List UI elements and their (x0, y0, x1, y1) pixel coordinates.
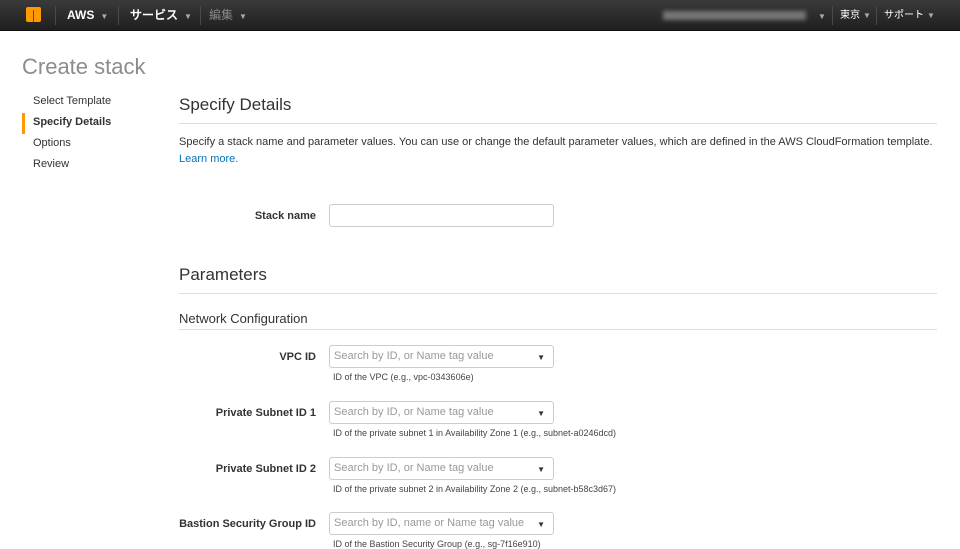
caret-down-icon: ▼ (537, 465, 545, 474)
bastion-security-group-select[interactable]: Search by ID, name or Name tag value ▼ (329, 512, 554, 535)
field-help: ID of the VPC (e.g., vpc-0343606e) (333, 372, 474, 382)
edit-menu[interactable]: 編集 ▼ (209, 0, 247, 31)
learn-more-link[interactable]: Learn more. (179, 153, 238, 165)
private-subnet-1-select[interactable]: Search by ID, or Name tag value ▼ (329, 401, 554, 424)
wizard-steps: Select Template Specify Details Options … (22, 92, 111, 176)
field-help: ID of the private subnet 1 in Availabili… (333, 428, 617, 438)
aws-label: AWS (67, 8, 95, 22)
field-label: VPC ID (279, 351, 316, 363)
field-label: Private Subnet ID 1 (215, 407, 316, 419)
account-name-redacted[interactable] (663, 11, 806, 20)
vpc-id-select[interactable]: Search by ID, or Name tag value ▼ (329, 345, 554, 368)
services-menu[interactable]: サービス ▼ (130, 0, 192, 31)
caret-down-icon: ▼ (537, 409, 545, 418)
divider (876, 6, 877, 25)
network-configuration-title: Network Configuration (179, 311, 937, 330)
page-title: Create stack (22, 54, 146, 79)
account-menu-chevron[interactable]: ▼ (812, 0, 826, 31)
aws-logo-icon[interactable] (26, 7, 41, 22)
aws-menu[interactable]: AWS ▼ (67, 0, 108, 31)
stack-name-label: Stack name (254, 210, 316, 222)
caret-down-icon: ▼ (537, 353, 545, 362)
divider (118, 6, 119, 25)
field-help: ID of the Bastion Security Group (e.g., … (333, 539, 541, 549)
step-select-template[interactable]: Select Template (22, 92, 111, 113)
private-subnet-2-select[interactable]: Search by ID, or Name tag value ▼ (329, 457, 554, 480)
placeholder: Search by ID, name or Name tag value (334, 517, 525, 529)
chevron-down-icon: ▼ (184, 12, 192, 21)
field-label: Bastion Security Group ID (179, 518, 316, 530)
placeholder: Search by ID, or Name tag value (334, 462, 494, 474)
region-label: 東京 (840, 10, 860, 21)
step-options[interactable]: Options (22, 134, 111, 155)
chevron-down-icon: ▼ (239, 12, 247, 21)
divider (832, 6, 833, 25)
field-label: Private Subnet ID 2 (215, 463, 316, 475)
divider (55, 6, 56, 25)
chevron-down-icon: ▼ (863, 11, 871, 20)
details-description: Specify a stack name and parameter value… (179, 134, 937, 168)
divider (200, 6, 201, 25)
parameters-title: Parameters (179, 265, 937, 294)
chevron-down-icon: ▼ (818, 12, 826, 21)
chevron-down-icon: ▼ (927, 11, 935, 20)
step-review[interactable]: Review (22, 155, 111, 176)
placeholder: Search by ID, or Name tag value (334, 350, 494, 362)
support-label: サポート (884, 10, 924, 21)
top-nav-bar: AWS ▼ サービス ▼ 編集 ▼ ▼ 東京 ▼ サポート ▼ (0, 0, 960, 31)
step-specify-details[interactable]: Specify Details (22, 113, 111, 134)
description-text: Specify a stack name and parameter value… (179, 136, 933, 148)
caret-down-icon: ▼ (537, 520, 545, 529)
chevron-down-icon: ▼ (100, 12, 109, 21)
region-menu[interactable]: 東京 ▼ (840, 0, 871, 31)
services-label: サービス (130, 8, 179, 22)
section-title: Specify Details (179, 95, 937, 124)
stack-name-input[interactable] (329, 204, 554, 227)
field-help: ID of the private subnet 2 in Availabili… (333, 484, 617, 494)
support-menu[interactable]: サポート ▼ (884, 0, 935, 31)
edit-label: 編集 (209, 8, 234, 22)
placeholder: Search by ID, or Name tag value (334, 406, 494, 418)
